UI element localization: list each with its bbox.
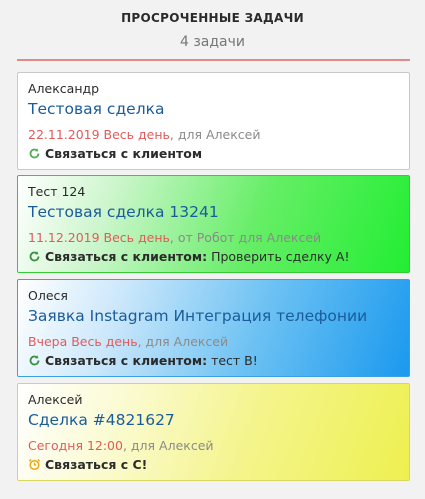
task-count: 4 задачи [179, 34, 245, 50]
task-type: Связаться с С! [45, 457, 148, 472]
task-action[interactable]: Связаться с клиентом: Проверить сделку А… [28, 249, 349, 264]
task-action[interactable]: Связаться с клиентом [28, 146, 206, 161]
task-responsible: , от Робот для Алексей [169, 230, 322, 245]
overdue-tasks-header: ПРОСРОЧЕННЫЕ ЗАДАЧИ 4 задачи [0, 0, 425, 60]
task-responsible: , для Алексей [122, 438, 214, 453]
task-contact[interactable]: Олеся [28, 288, 68, 303]
header-divider [17, 59, 410, 61]
task-type: Связаться с клиентом [45, 146, 203, 161]
task-card[interactable]: Александр Тестовая сделка 22.11.2019 Вес… [17, 72, 410, 170]
refresh-icon [28, 250, 41, 263]
task-deal-link[interactable]: Сделка #4821627 [28, 411, 175, 429]
task-type: Связаться с клиентом: [45, 249, 208, 264]
task-type: Связаться с клиентом: [45, 353, 208, 368]
task-contact[interactable]: Тест 124 [28, 184, 85, 199]
task-text: тест В! [211, 353, 258, 368]
task-deal-link[interactable]: Тестовая сделка [28, 100, 164, 118]
task-meta: 22.11.2019 Весь день, для Алексей [28, 127, 260, 142]
alarm-clock-icon [28, 458, 41, 471]
task-text: Проверить сделку А! [211, 249, 350, 264]
task-responsible: , для Алексей [137, 334, 229, 349]
task-responsible: , для Алексей [169, 127, 261, 142]
task-action[interactable]: Связаться с С! [28, 457, 151, 472]
task-date: 22.11.2019 Весь день [28, 127, 170, 142]
task-date: Вчера Весь день [28, 334, 138, 349]
task-card[interactable]: Тест 124 Тестовая сделка 13241 11.12.201… [17, 175, 410, 273]
task-card[interactable]: Олеся Заявка Instagram Интеграция телефо… [17, 279, 410, 377]
task-deal-link[interactable]: Тестовая сделка 13241 [28, 203, 219, 221]
task-card[interactable]: Алексей Сделка #4821627 Сегодня 12:00, д… [17, 383, 410, 481]
task-meta: Вчера Весь день, для Алексей [28, 334, 228, 349]
task-date: Сегодня 12:00 [28, 438, 123, 453]
task-meta: 11.12.2019 Весь день, от Робот для Алекс… [28, 230, 321, 245]
refresh-icon [28, 354, 41, 367]
task-contact[interactable]: Александр [28, 81, 99, 96]
task-deal-link[interactable]: Заявка Instagram Интеграция телефонии [28, 307, 367, 325]
task-meta: Сегодня 12:00, для Алексей [28, 438, 214, 453]
task-action[interactable]: Связаться с клиентом: тест В! [28, 353, 258, 368]
refresh-icon [28, 147, 41, 160]
task-date: 11.12.2019 Весь день [28, 230, 170, 245]
task-contact[interactable]: Алексей [28, 392, 82, 407]
header-title: ПРОСРОЧЕННЫЕ ЗАДАЧИ [121, 11, 304, 25]
